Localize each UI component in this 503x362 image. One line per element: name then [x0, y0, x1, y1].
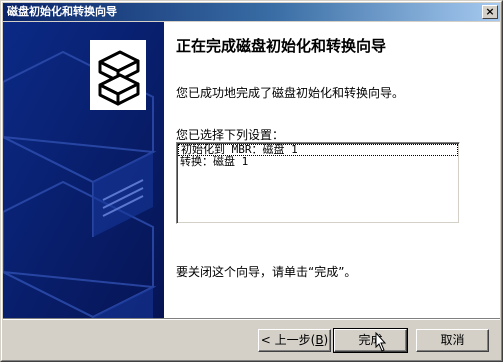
- back-suffix: ): [323, 333, 329, 347]
- settings-list[interactable]: 初始化到 MBR：磁盘 1 转换：磁盘 1: [176, 142, 460, 224]
- finish-button[interactable]: 完成: [333, 328, 408, 353]
- close-instruction: 要关闭这个向导，请单击“完成”。: [176, 265, 357, 279]
- back-button-label: < 上一步(: [260, 333, 316, 347]
- list-item[interactable]: 转换：磁盘 1: [177, 156, 459, 168]
- disk-stack-icon: [90, 40, 146, 110]
- close-icon: ×: [485, 5, 495, 18]
- close-button[interactable]: ×: [482, 5, 498, 19]
- page-title: 正在完成磁盘初始化和转换向导: [176, 37, 387, 55]
- wizard-content: 正在完成磁盘初始化和转换向导 您已成功地完成了磁盘初始化和转换向导。 您已选择下…: [164, 22, 500, 318]
- back-mnemonic: B: [315, 333, 324, 347]
- title-bar[interactable]: 磁盘初始化和转换向导 ×: [3, 3, 500, 21]
- wizard-window: 磁盘初始化和转换向导 × 正在完成磁盘初始化和转换向导 您已成功地完成了磁盘初始…: [0, 0, 503, 362]
- button-divider: [3, 318, 500, 320]
- back-button[interactable]: < 上一步(B): [258, 329, 331, 352]
- settings-label: 您已选择下列设置：: [176, 128, 285, 142]
- window-title: 磁盘初始化和转换向导: [7, 5, 117, 18]
- cancel-button[interactable]: 取消: [416, 329, 489, 352]
- cancel-button-label: 取消: [440, 333, 465, 347]
- mouse-pointer-icon: [375, 332, 387, 352]
- completion-message: 您已成功地完成了磁盘初始化和转换向导。: [176, 86, 405, 100]
- wizard-banner-art: [3, 22, 164, 318]
